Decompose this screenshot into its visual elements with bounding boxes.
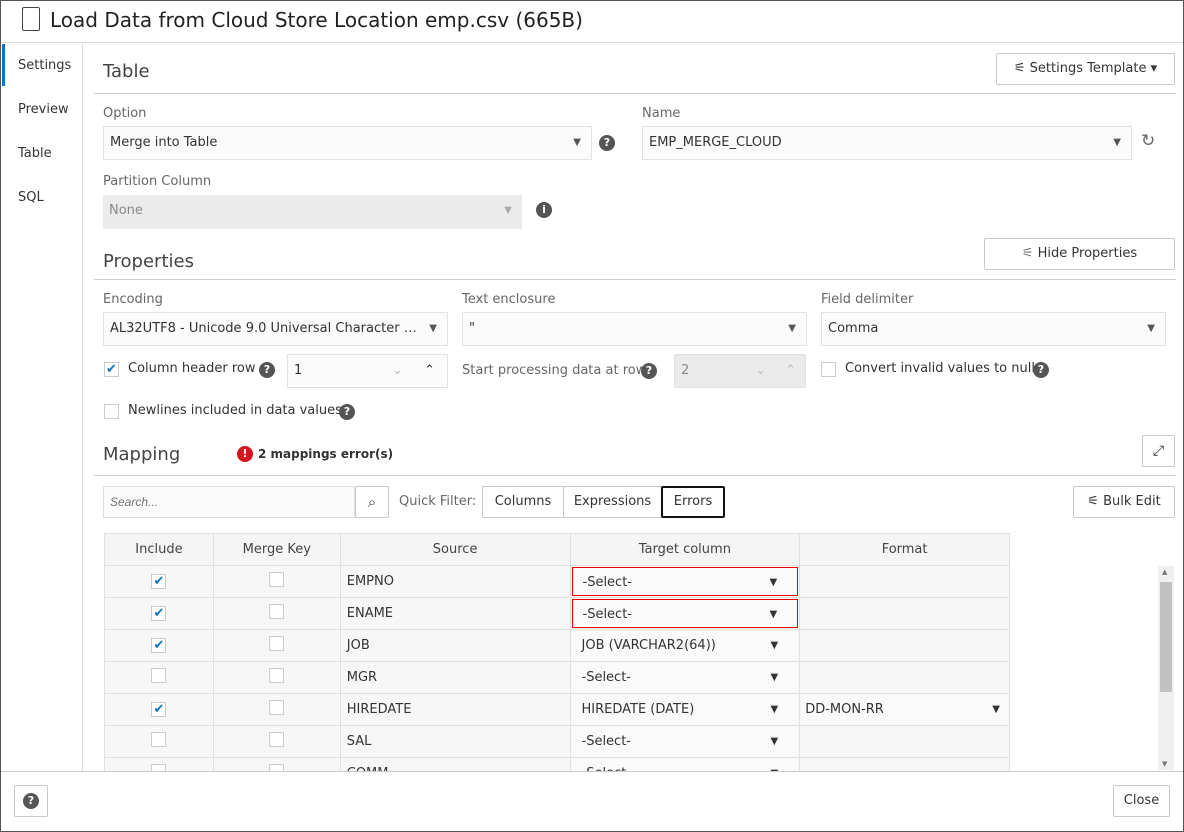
target-column-select[interactable]: -Select-▼: [571, 759, 799, 771]
delimiter-select[interactable]: Comma ▼: [821, 312, 1166, 346]
hide-properties-button[interactable]: ⚟ Hide Properties: [984, 238, 1175, 270]
help-icon[interactable]: ?: [339, 404, 355, 420]
nav-sql[interactable]: SQL: [18, 190, 44, 205]
search-icon[interactable]: ⌕: [355, 486, 389, 518]
include-checkbox[interactable]: ✔: [151, 638, 167, 653]
table-row: MGR -Select- ▼: [104, 661, 1010, 694]
filter-columns[interactable]: Columns: [482, 486, 564, 518]
convert-invalid-label: Convert invalid values to null: [845, 361, 1035, 376]
source-cell: JOB: [339, 629, 571, 662]
start-row-label: Start processing data at row: [462, 363, 647, 378]
enclosure-select[interactable]: " ▼: [462, 312, 807, 346]
nav-settings[interactable]: Settings: [18, 58, 71, 73]
partition-label: Partition Column: [103, 174, 212, 189]
source-cell: EMPNO: [339, 565, 571, 598]
source-cell: COMM: [339, 757, 571, 771]
table-row: SAL -Select- ▼: [104, 725, 1010, 758]
filter-errors[interactable]: Errors: [661, 486, 725, 518]
merge-key-checkbox[interactable]: [269, 604, 285, 619]
merge-key-checkbox[interactable]: [269, 700, 285, 715]
help-icon[interactable]: ?: [1033, 362, 1049, 378]
merge-key-checkbox[interactable]: [269, 764, 285, 771]
option-label: Option: [103, 106, 147, 121]
refresh-icon[interactable]: ↻: [1141, 131, 1155, 151]
table-row: ✔ ENAME -Select- ▼: [104, 597, 1010, 630]
start-row-stepper: 2 ⌄ ⌃: [674, 354, 806, 388]
encoding-select[interactable]: AL32UTF8 - Unicode 9.0 Universal Charact…: [103, 312, 448, 346]
source-cell: ENAME: [339, 597, 571, 630]
help-button[interactable]: ?: [14, 785, 48, 817]
settings-template-button[interactable]: ⚟ Settings Template ▾: [996, 53, 1175, 85]
merge-key-checkbox[interactable]: [269, 636, 285, 651]
quick-filter-label: Quick Filter:: [399, 494, 477, 509]
source-cell: SAL: [339, 725, 571, 758]
help-icon[interactable]: ?: [259, 362, 275, 378]
format-select[interactable]: DD-MON-RR ▼: [801, 695, 1008, 724]
column-header-checkbox[interactable]: ✔: [104, 362, 119, 377]
target-column-select[interactable]: -Select-▼: [571, 599, 799, 628]
name-select[interactable]: EMP_MERGE_CLOUD ▼: [642, 126, 1132, 160]
merge-key-checkbox[interactable]: [269, 732, 285, 747]
close-button[interactable]: Close: [1113, 785, 1170, 817]
active-tab-indicator: [2, 44, 5, 86]
enclosure-label: Text enclosure: [462, 292, 556, 307]
file-icon: [22, 7, 40, 31]
name-label: Name: [642, 106, 681, 121]
nav-table[interactable]: Table: [18, 146, 52, 161]
partition-select: None ▼: [103, 195, 522, 229]
include-checkbox[interactable]: ✔: [151, 702, 167, 717]
help-icon[interactable]: ?: [641, 363, 657, 379]
sliders-icon: ⚟: [1087, 494, 1104, 509]
properties-heading: Properties: [103, 251, 194, 272]
mapping-error-text: 2 mappings error(s): [258, 447, 394, 461]
col-include[interactable]: Include: [104, 533, 214, 566]
sliders-icon: ⚟: [1013, 61, 1030, 76]
column-header-stepper[interactable]: 1 ⌄ ⌃: [287, 354, 448, 388]
include-checkbox[interactable]: [151, 732, 167, 747]
target-column-select[interactable]: HIREDATE (DATE) ▼: [571, 695, 799, 724]
include-checkbox[interactable]: ✔: [151, 574, 167, 589]
error-icon: !: [237, 446, 253, 462]
scrollbar[interactable]: ▲ ▼: [1158, 566, 1174, 770]
column-header-label: Column header row: [128, 361, 256, 376]
nav-preview[interactable]: Preview: [18, 102, 69, 117]
mapping-grid: Include Merge Key Source Target column F…: [104, 533, 1176, 771]
dialog-title: Load Data from Cloud Store Location emp.…: [50, 8, 583, 32]
sliders-icon: ⚟: [1021, 246, 1038, 261]
col-target[interactable]: Target column: [569, 533, 801, 566]
scrollbar-thumb[interactable]: [1160, 582, 1172, 692]
convert-invalid-checkbox[interactable]: [821, 362, 836, 377]
expand-icon[interactable]: ⤢: [1142, 435, 1175, 467]
col-source[interactable]: Source: [339, 533, 571, 566]
col-merge-key[interactable]: Merge Key: [212, 533, 341, 566]
target-column-select[interactable]: -Select-▼: [571, 727, 799, 756]
mapping-heading: Mapping: [103, 444, 181, 465]
include-checkbox[interactable]: ✔: [151, 606, 167, 621]
table-row: ✔ JOB JOB (VARCHAR2(64)) ▼: [104, 629, 1010, 662]
filter-expressions[interactable]: Expressions: [563, 486, 662, 518]
newlines-checkbox[interactable]: [104, 404, 119, 419]
table-row: ✔ HIREDATE HIREDATE (DATE) ▼ DD-MON-RR ▼: [104, 693, 1010, 726]
table-row: ✔ EMPNO -Select- ▼: [104, 565, 1010, 598]
source-cell: HIREDATE: [339, 693, 571, 726]
option-select[interactable]: Merge into Table ▼: [103, 126, 592, 160]
delimiter-label: Field delimiter: [821, 292, 914, 307]
include-checkbox[interactable]: [151, 668, 167, 683]
include-checkbox[interactable]: [151, 764, 167, 771]
table-heading: Table: [103, 61, 150, 82]
target-column-select[interactable]: -Select-▼: [571, 663, 799, 692]
bulk-edit-button[interactable]: ⚟ Bulk Edit: [1073, 486, 1175, 518]
merge-key-checkbox[interactable]: [269, 668, 285, 683]
source-cell: MGR: [339, 661, 571, 694]
target-column-select[interactable]: JOB (VARCHAR2(64)) ▼: [571, 631, 799, 660]
help-icon[interactable]: ?: [599, 135, 615, 151]
encoding-label: Encoding: [103, 292, 163, 307]
newlines-label: Newlines included in data values: [128, 403, 342, 418]
table-row: COMM -Select-▼: [104, 757, 1010, 771]
target-column-select[interactable]: -Select-▼: [571, 567, 799, 596]
col-format[interactable]: Format: [799, 533, 1010, 566]
search-input[interactable]: [103, 486, 355, 518]
info-icon[interactable]: i: [536, 202, 552, 218]
merge-key-checkbox[interactable]: [269, 572, 285, 587]
